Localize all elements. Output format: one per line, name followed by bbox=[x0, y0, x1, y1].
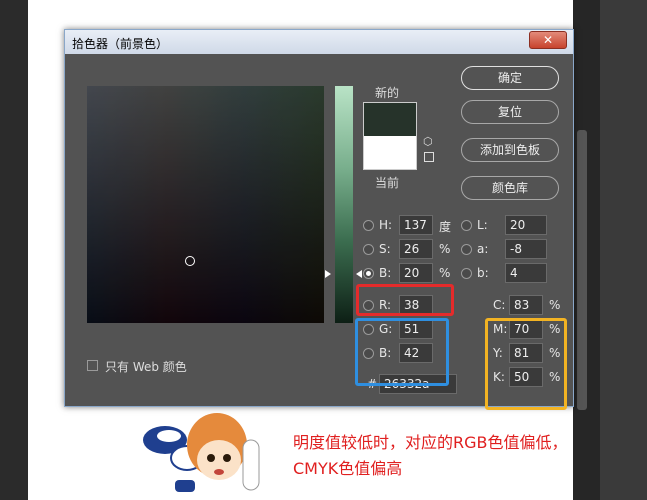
close-button[interactable]: ✕ bbox=[529, 31, 567, 49]
lab-l-label: L: bbox=[477, 218, 488, 232]
cyan-label: C: bbox=[493, 298, 506, 312]
brightness-slider[interactable] bbox=[335, 86, 353, 323]
new-color-label: 新的 bbox=[375, 86, 400, 100]
brightness-label: B: bbox=[379, 266, 392, 280]
dialog-body: 新的 当前 ⬡ 确定 复位 添加到色板 颜色库 H: 137 度 S: 26 %… bbox=[69, 54, 569, 410]
radio-lightness[interactable] bbox=[461, 220, 472, 231]
cartoon-illustration bbox=[143, 413, 260, 492]
slider-arrow-right-icon[interactable] bbox=[356, 270, 362, 278]
cmyk-highlight-box bbox=[485, 318, 567, 410]
rgb-highlight-box bbox=[355, 318, 449, 386]
scrollbar-thumb[interactable] bbox=[577, 130, 587, 410]
brightness-input[interactable]: 20 bbox=[399, 263, 433, 283]
color-field-marker[interactable] bbox=[185, 256, 195, 266]
color-picker-dialog: 拾色器（前景色） ✕ 新的 当前 ⬡ 确定 复位 添加到色板 颜色库 H: 13… bbox=[64, 29, 574, 410]
lab-b-label: b: bbox=[477, 266, 489, 280]
brightness-unit: % bbox=[439, 266, 451, 280]
lab-a-label: a: bbox=[477, 242, 489, 256]
ok-button[interactable]: 确定 bbox=[461, 66, 559, 90]
saturation-brightness-field[interactable] bbox=[87, 86, 324, 323]
lab-l-input[interactable]: 20 bbox=[505, 215, 547, 235]
annotation-text: 明度值较低时，对应的RGB色值偏低，CMYK色值偏高 bbox=[293, 433, 568, 478]
new-color-swatch bbox=[363, 102, 417, 136]
vertical-scrollbar[interactable] bbox=[573, 0, 600, 500]
lab-b-input[interactable]: 4 bbox=[505, 263, 547, 283]
color-field-gradient bbox=[87, 86, 324, 323]
saturation-unit: % bbox=[439, 242, 451, 256]
current-color-swatch[interactable] bbox=[363, 136, 417, 170]
dialog-title: 拾色器（前景色） bbox=[72, 37, 169, 51]
saturation-label: S: bbox=[379, 242, 391, 256]
hue-label: H: bbox=[379, 218, 393, 232]
radio-hue[interactable] bbox=[363, 220, 374, 231]
cyan-input[interactable]: 83 bbox=[509, 295, 543, 315]
lab-a-input[interactable]: -8 bbox=[505, 239, 547, 259]
slider-arrow-left-icon[interactable] bbox=[325, 270, 331, 278]
dialog-titlebar[interactable]: 拾色器（前景色） ✕ bbox=[65, 30, 573, 54]
reset-button[interactable]: 复位 bbox=[461, 100, 559, 124]
saturation-input[interactable]: 26 bbox=[399, 239, 433, 259]
radio-brightness[interactable] bbox=[363, 268, 374, 279]
current-color-label: 当前 bbox=[375, 176, 400, 190]
web-colors-only-checkbox[interactable] bbox=[87, 360, 98, 371]
web-colors-only-label: 只有 Web 颜色 bbox=[105, 360, 187, 374]
color-libraries-button[interactable]: 颜色库 bbox=[461, 176, 559, 200]
side-panel bbox=[600, 0, 647, 500]
radio-lab-a[interactable] bbox=[461, 244, 472, 255]
gamut-warning-cube-icon[interactable]: ⬡ bbox=[423, 136, 435, 148]
hue-input[interactable]: 137 bbox=[399, 215, 433, 235]
radio-saturation[interactable] bbox=[363, 244, 374, 255]
add-to-swatches-button[interactable]: 添加到色板 bbox=[461, 138, 559, 162]
radio-lab-b[interactable] bbox=[461, 268, 472, 279]
web-safe-square-icon[interactable] bbox=[424, 152, 434, 162]
cyan-unit: % bbox=[549, 298, 561, 312]
brightness-highlight-box bbox=[356, 284, 454, 316]
hue-unit: 度 bbox=[439, 220, 452, 234]
